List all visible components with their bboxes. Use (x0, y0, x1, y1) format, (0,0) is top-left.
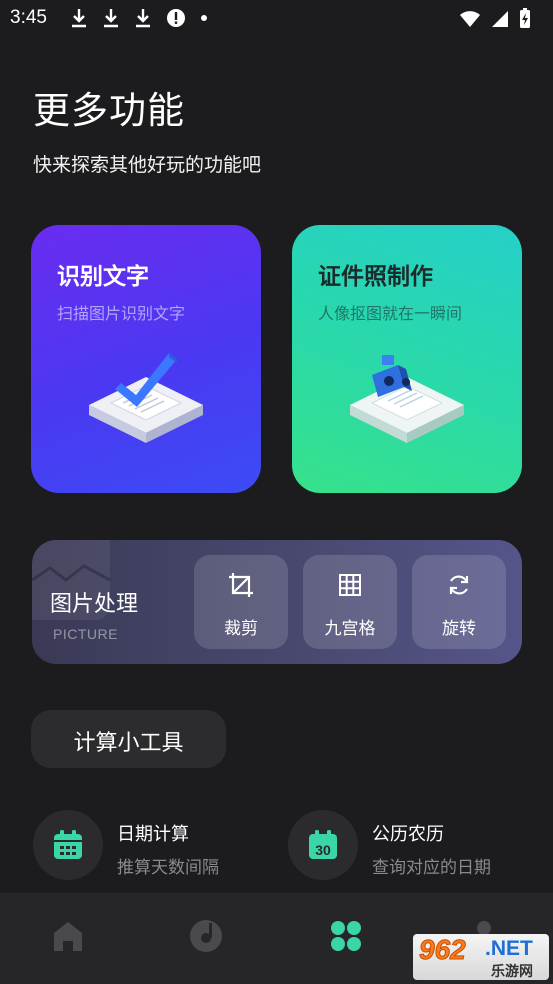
rotate-label: 旋转 (442, 619, 476, 639)
document-camera-icon (350, 355, 464, 443)
card-title: 证件照制作 (318, 264, 433, 290)
watermark-net: .NET (485, 937, 533, 960)
page-subtitle: 快来探索其他好玩的功能吧 (33, 154, 262, 176)
picture-tools-title: 图片处理 (50, 592, 139, 617)
home-icon (54, 922, 82, 951)
wifi-icon (460, 10, 480, 27)
dot-icon (201, 15, 207, 21)
grid-icon (339, 574, 361, 596)
grid-label: 九宫格 (324, 619, 376, 639)
id-photo-card[interactable]: 证件照制作 人像抠图就在一瞬间 (292, 225, 522, 493)
battery-charging-icon (520, 8, 530, 28)
picture-tools-subtitle: PICTURE (53, 626, 118, 642)
util-icon-circle (33, 810, 103, 880)
calendar-icon (54, 830, 82, 859)
grid-button[interactable]: 九宫格 (303, 555, 397, 649)
util-desc: 查询对应的日期 (372, 858, 491, 878)
calendar-30-icon: 30 (309, 830, 337, 859)
card-title: 识别文字 (57, 264, 149, 290)
calc-tools-tag: 计算小工具 (31, 710, 226, 768)
card-desc: 扫描图片识别文字 (57, 304, 186, 323)
crop-label: 裁剪 (224, 619, 258, 639)
status-bar: 3:45 (0, 0, 553, 38)
calc-tools-label: 计算小工具 (73, 731, 184, 756)
download-icon (104, 9, 118, 28)
rotate-button[interactable]: 旋转 (412, 555, 506, 649)
notification-icons (70, 8, 208, 28)
download-icon (136, 9, 150, 28)
calendar-icon-text: 30 (315, 842, 331, 858)
alert-icon (167, 9, 185, 27)
util-name: 公历农历 (372, 824, 444, 845)
watermark-logo: 962 .NET 乐游网 (413, 934, 549, 980)
ocr-card[interactable]: 识别文字 扫描图片识别文字 (31, 225, 261, 493)
card-desc: 人像抠图就在一瞬间 (318, 304, 463, 323)
watermark-number: 962 (419, 934, 467, 966)
status-time: 3:45 (10, 7, 47, 28)
nav-home[interactable] (45, 913, 91, 959)
rotate-icon (449, 575, 469, 595)
document-check-icon (89, 353, 203, 443)
nav-music[interactable] (183, 913, 229, 959)
lunar-calendar-item[interactable]: 30 公历农历 查询对应的日期 (288, 810, 528, 882)
util-desc: 推算天数间隔 (117, 858, 219, 878)
util-icon-circle: 30 (288, 810, 358, 880)
download-icon (72, 9, 86, 28)
nav-more[interactable] (323, 913, 369, 959)
apps-grid-icon (331, 921, 361, 951)
util-name: 日期计算 (117, 824, 189, 845)
date-calc-item[interactable]: 日期计算 推算天数间隔 (33, 810, 273, 882)
signal-icon (492, 10, 508, 27)
crop-button[interactable]: 裁剪 (194, 555, 288, 649)
page-title: 更多功能 (33, 89, 185, 132)
watermark-cn: 乐游网 (491, 964, 533, 980)
system-icons (459, 8, 531, 29)
disc-icon (190, 920, 222, 952)
picture-tools-panel: 图片处理 PICTURE 裁剪 九宫格 旋转 (32, 540, 522, 664)
crop-icon (229, 573, 253, 597)
